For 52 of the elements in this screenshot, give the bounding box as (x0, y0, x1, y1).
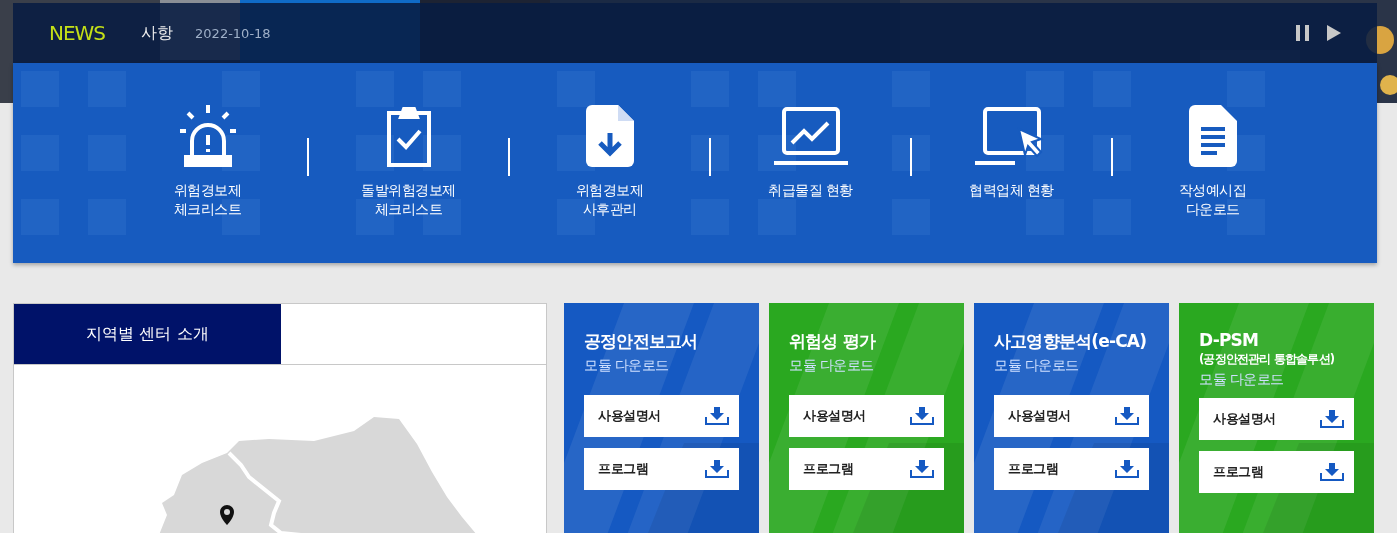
download-button[interactable]: 사용설명서 (584, 395, 739, 437)
background-tile (758, 71, 796, 107)
download-icon (910, 460, 934, 478)
background-tile (557, 71, 595, 107)
download-icon (1115, 407, 1139, 425)
download-button[interactable]: 사용설명서 (994, 395, 1149, 437)
download-icon (1115, 460, 1139, 478)
document-lines-icon (1188, 105, 1237, 167)
module-caption: 모듈 다운로드 (994, 357, 1080, 375)
download-button[interactable]: 사용설명서 (1199, 398, 1354, 440)
laptop-chart-icon (773, 107, 848, 167)
background-tile (356, 135, 394, 171)
module-caption: 모듈 다운로드 (584, 357, 670, 375)
background-tile (691, 135, 729, 171)
module-title: 사고영향분석(e-CA) (994, 330, 1148, 353)
module-caption: 모듈 다운로드 (789, 357, 875, 375)
download-icon (1320, 410, 1344, 428)
pause-icon[interactable] (1296, 25, 1310, 41)
menu-label[interactable]: 취급물질 현황 (768, 181, 853, 200)
clipboard-check-icon (384, 105, 433, 167)
download-icon (1320, 463, 1344, 481)
background-tile (1093, 135, 1131, 171)
news-label: NEWS (49, 21, 106, 45)
background-tile (423, 135, 461, 171)
module-subtitle: (공정안전관리 통합솔루션) (1199, 352, 1336, 367)
menu-label[interactable]: 협력업체 현황 (969, 181, 1054, 200)
download-button[interactable]: 프로그램 (584, 448, 739, 490)
play-icon[interactable] (1327, 25, 1341, 41)
alarm-light-icon (179, 105, 236, 167)
download-button[interactable]: 프로그램 (789, 448, 944, 490)
menu-label[interactable]: 돌발위험경보제 체크리스트 (361, 181, 456, 219)
menu-label[interactable]: 작성예시집 다운로드 (1178, 181, 1247, 219)
background-tile (222, 135, 260, 171)
download-icon (705, 407, 729, 425)
download-icon (705, 460, 729, 478)
menu-label[interactable]: 위험경보제 사후관리 (575, 181, 644, 219)
module-title: D-PSM (1199, 330, 1260, 350)
background-tile (892, 135, 930, 171)
download-button[interactable]: 프로그램 (1199, 451, 1354, 493)
background-tile (758, 135, 796, 171)
download-icon (910, 407, 934, 425)
module-caption: 모듈 다운로드 (1199, 371, 1285, 389)
module-title: 위험성 평가 (789, 330, 877, 353)
news-title[interactable]: 사항 (141, 22, 174, 44)
module-title: 공정안전보고서 (584, 330, 699, 353)
download-button[interactable]: 사용설명서 (789, 395, 944, 437)
news-date: 2022-10-18 (195, 25, 271, 41)
document-icon (585, 105, 634, 167)
region-tab[interactable]: 지역별 센터 소개 (14, 304, 281, 364)
menu-label[interactable]: 위험경보제 체크리스트 (173, 181, 242, 219)
download-button[interactable]: 프로그램 (994, 448, 1149, 490)
background-tile (1026, 71, 1064, 107)
